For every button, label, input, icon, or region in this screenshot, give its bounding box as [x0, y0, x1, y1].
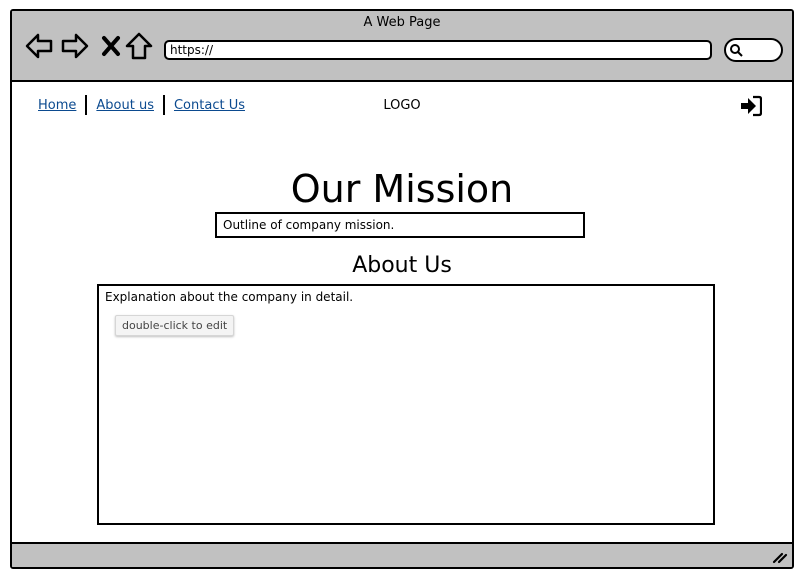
- sign-in-icon[interactable]: [740, 95, 763, 117]
- search-icon: [730, 44, 743, 57]
- search-field[interactable]: [724, 38, 783, 62]
- status-bar: [12, 542, 792, 567]
- resize-grip-icon[interactable]: [772, 548, 788, 564]
- browser-toolbar: A Web Page https://: [12, 11, 792, 82]
- window-title: A Web Page: [363, 15, 441, 30]
- home-icon[interactable]: [124, 31, 154, 61]
- browser-window: A Web Page https:// Home About us Contac…: [10, 9, 794, 569]
- mission-outline-field[interactable]: Outline of company mission.: [215, 212, 585, 238]
- forward-arrow-icon[interactable]: [60, 31, 90, 61]
- back-arrow-icon[interactable]: [24, 31, 54, 61]
- site-logo[interactable]: LOGO: [12, 98, 792, 113]
- edit-tooltip: double-click to edit: [115, 315, 235, 336]
- close-icon[interactable]: [96, 31, 126, 61]
- mission-heading: Our Mission: [290, 167, 514, 211]
- about-text-area[interactable]: Explanation about the company in detail.…: [97, 284, 715, 525]
- about-text: Explanation about the company in detail.: [105, 290, 354, 304]
- url-input[interactable]: https://: [164, 40, 712, 60]
- about-heading: About Us: [352, 253, 452, 278]
